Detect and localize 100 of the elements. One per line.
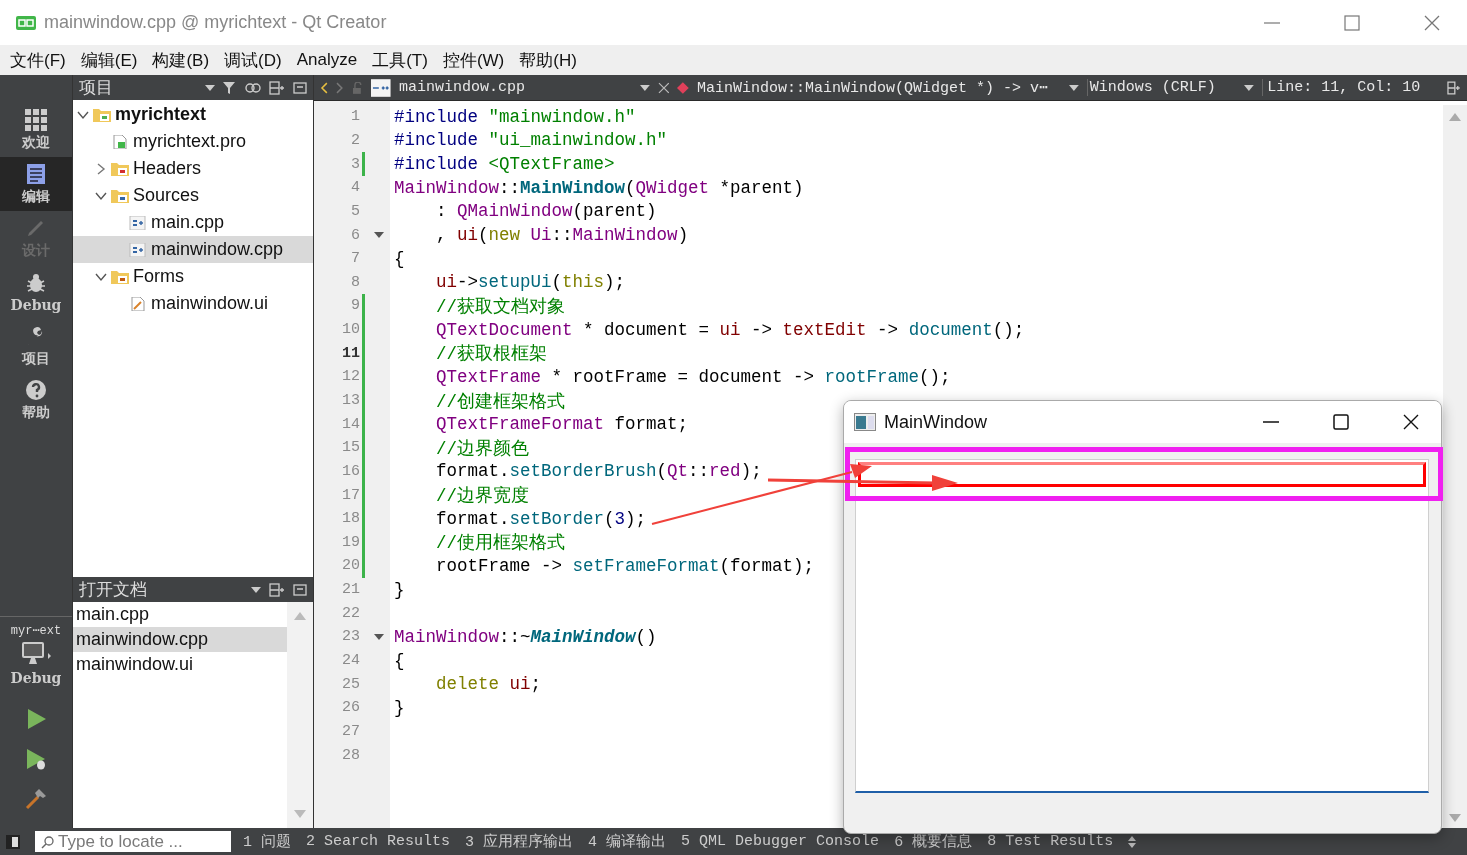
- filter-icon[interactable]: [223, 80, 237, 95]
- sidebar-toggle-icon[interactable]: [6, 834, 20, 849]
- dropdown-icon[interactable]: [1244, 84, 1255, 91]
- fold-icon[interactable]: [374, 232, 384, 238]
- mode-tab[interactable]: 帮助: [0, 373, 72, 427]
- dropdown-icon[interactable]: [205, 84, 215, 91]
- output-pane-button[interactable]: 1 问题: [243, 832, 291, 851]
- output-pane-button[interactable]: 8 Test Results: [987, 833, 1114, 850]
- folder-icon: [111, 188, 129, 203]
- document-item[interactable]: main.cpp: [73, 602, 287, 627]
- menu-item[interactable]: Analyze: [296, 50, 358, 70]
- link-icon[interactable]: [245, 82, 261, 93]
- code-line: {: [394, 650, 405, 671]
- text-edit[interactable]: [855, 459, 1429, 793]
- split-icon[interactable]: [1447, 80, 1461, 95]
- file-selector[interactable]: mainwindow.cpp: [398, 79, 632, 96]
- mode-tab[interactable]: 项目: [0, 319, 72, 373]
- line-number: 7: [350, 250, 360, 268]
- menu-item[interactable]: 帮助(H): [519, 48, 577, 72]
- line-number: 17: [341, 486, 360, 504]
- symbol-selector[interactable]: MainWindow::MainWindow(QWidget *) -> v⋯: [697, 78, 1061, 97]
- line-number: 25: [341, 675, 360, 693]
- code-line: delete ui;: [435, 674, 542, 695]
- updown-icon[interactable]: [1128, 835, 1137, 848]
- cursor-position[interactable]: Line: 11, Col: 10: [1262, 79, 1440, 96]
- dropdown-icon[interactable]: [639, 84, 650, 91]
- close-pane-icon[interactable]: [293, 81, 307, 94]
- output-pane-button[interactable]: 5 QML Debugger Console: [681, 833, 880, 850]
- tree-item[interactable]: Headers: [73, 155, 313, 182]
- hammer-icon[interactable]: [25, 788, 47, 810]
- code-line: #include "mainwindow.h": [394, 106, 636, 127]
- mode-tab[interactable]: 欢迎: [0, 103, 72, 157]
- document-icon: [25, 162, 47, 185]
- back-icon[interactable]: [320, 81, 328, 94]
- tree-item[interactable]: Sources: [73, 182, 313, 209]
- mode-tab[interactable]: Debug: [0, 265, 72, 319]
- line-number: 4: [350, 179, 360, 197]
- split-icon[interactable]: [269, 582, 285, 597]
- tree-item[interactable]: main.cpp: [73, 209, 313, 236]
- dropdown-icon[interactable]: [1068, 84, 1079, 91]
- line-number: 19: [341, 533, 360, 551]
- code-line: //使用框架格式: [435, 532, 565, 555]
- tree-item[interactable]: myrichtext.pro: [73, 128, 313, 155]
- maximize-icon[interactable]: [1333, 414, 1349, 430]
- output-pane-button[interactable]: 4 编译输出: [588, 832, 667, 851]
- line-number: 16: [341, 462, 360, 480]
- menu-item[interactable]: 文件(F): [10, 48, 66, 72]
- code-line: QTextDocument * document = ui -> textEdit -> document();: [435, 319, 1025, 340]
- dropdown-icon[interactable]: [251, 586, 261, 593]
- app-window-icon: [854, 413, 876, 431]
- line-number: 20: [341, 557, 360, 575]
- menu-item[interactable]: 调试(D): [224, 48, 282, 72]
- close-pane-icon[interactable]: [293, 583, 307, 596]
- line-number: 15: [341, 439, 360, 457]
- code-line: //边界颜色: [435, 437, 529, 460]
- code-line: , ui(new Ui::MainWindow): [435, 225, 689, 245]
- output-pane-button[interactable]: 2 Search Results: [306, 833, 451, 850]
- menu-item[interactable]: 编辑(E): [80, 48, 138, 72]
- line-number: 21: [341, 581, 360, 599]
- chevron-right-icon[interactable]: [95, 162, 107, 175]
- line-number: 13: [341, 392, 360, 409]
- line-number: 5: [350, 202, 360, 220]
- locate-field[interactable]: Type to locate ...: [35, 831, 231, 852]
- line-number: 24: [341, 652, 360, 670]
- tree-item[interactable]: myrichtext: [73, 101, 313, 128]
- line-number: 28: [341, 746, 360, 764]
- app-window-title: MainWindow: [884, 411, 988, 433]
- output-pane-button[interactable]: 3 应用程序输出: [465, 832, 574, 851]
- tree-item[interactable]: Forms: [73, 263, 313, 290]
- line-number: 2: [350, 131, 360, 149]
- code-line: }: [394, 697, 405, 718]
- fold-icon[interactable]: [374, 633, 384, 640]
- menu-item[interactable]: 控件(W): [442, 48, 505, 72]
- close-icon[interactable]: [1403, 414, 1419, 430]
- document-item[interactable]: mainwindow.ui: [73, 652, 287, 677]
- code-line: MainWindow::MainWindow(QWidget *parent): [394, 177, 804, 198]
- code-line: //获取根框架: [435, 343, 547, 366]
- menu-item[interactable]: 构建(B): [152, 48, 210, 72]
- code-line: //边界宽度: [435, 485, 529, 508]
- cpp-file-icon: [371, 78, 391, 97]
- document-item[interactable]: mainwindow.cpp: [73, 627, 287, 652]
- debug-run-icon[interactable]: [25, 748, 47, 770]
- mode-tab[interactable]: 编辑: [0, 157, 72, 211]
- tree-item[interactable]: mainwindow.ui: [73, 290, 313, 317]
- split-icon[interactable]: [269, 80, 285, 95]
- output-pane-button[interactable]: 6 概要信息: [894, 832, 973, 851]
- line-endings-selector[interactable]: Windows (CRLF): [1086, 79, 1237, 96]
- run-icon[interactable]: [25, 708, 47, 730]
- menu-item[interactable]: 工具(T): [372, 48, 428, 72]
- tree-item[interactable]: mainwindow.cpp: [73, 236, 313, 263]
- code-line: rootFrame -> setFrameFormat(format);: [435, 556, 815, 576]
- code-line: {: [394, 248, 405, 269]
- line-number: 18: [341, 510, 360, 528]
- lock-icon: [351, 81, 364, 94]
- line-number: 11: [341, 344, 360, 362]
- panel-title[interactable]: 项目: [79, 76, 113, 99]
- code-line: format.setBorderBrush(Qt::red);: [435, 461, 762, 482]
- panel-title[interactable]: 打开文档: [79, 578, 147, 601]
- kit-project-label: myr⋯ext: [10, 623, 62, 638]
- monitor-icon[interactable]: [20, 642, 52, 666]
